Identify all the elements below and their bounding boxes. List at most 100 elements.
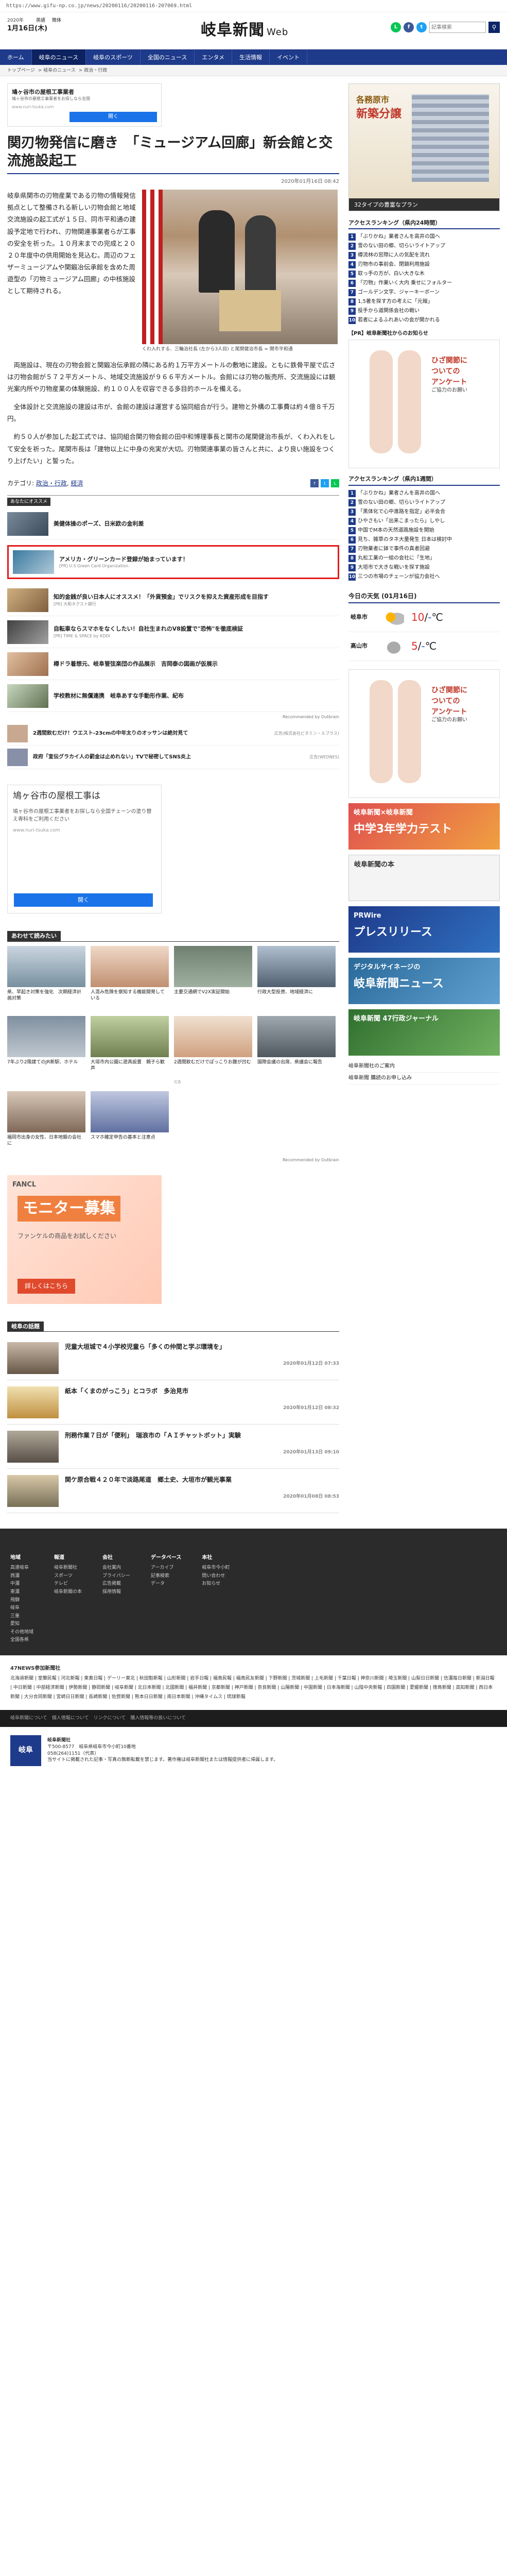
related-ad[interactable]: 2週間飲むだけ！ウエスト-23cmの中年太りのオッサンは絶対見て 広告(株式会社…: [7, 722, 339, 746]
ranking-item[interactable]: 2 雪のない田の郷、切らいライトアップ: [348, 498, 500, 507]
ranking-item[interactable]: 9 投手から道関係会社の戦い: [348, 307, 500, 316]
crumb-news[interactable]: 岐阜のニュース: [43, 68, 76, 73]
thumbnail: [257, 1015, 336, 1057]
fancl-logo: FANCL: [12, 1180, 37, 1189]
lang-chinese-link[interactable]: 簡体: [52, 18, 61, 24]
line-share-icon[interactable]: L: [331, 479, 339, 488]
grid-item[interactable]: 大垣市内公園に遊具設置 親子ら歓声: [91, 1015, 169, 1085]
ranking-item[interactable]: 9 大垣市で大きな戦いを探す施設: [348, 563, 500, 572]
ad-desc: 鳩ヶ谷市の屋根工事業者をお探しなら全国: [12, 96, 90, 101]
weather-row[interactable]: 高山市 5/-℃: [348, 632, 500, 661]
facebook-icon[interactable]: f: [404, 22, 414, 32]
footer-col: データベース アーカイブ 記事検索 データ: [150, 1555, 182, 1587]
grid-item[interactable]: 人混み危険を察知する機能開発している: [91, 945, 169, 1010]
weather-row[interactable]: 岐阜市 10/-℃: [348, 603, 500, 632]
recommend-item[interactable]: 美健体操のポーズ、日米欧の金利差: [7, 508, 339, 540]
top-ad[interactable]: 鳩ヶ谷市の屋根工事業者 鳩ヶ谷市の屋根工事業者をお探しなら全国 www.nuri…: [7, 83, 162, 127]
url-bar: https://www.gifu-np.co.jp/news/20200116/…: [0, 0, 507, 12]
nav-entertainment[interactable]: エンタメ: [195, 49, 233, 65]
grid-item[interactable]: 2週間飲むだけでぽっこりお腹が凹む 広告: [174, 1015, 252, 1085]
related-ad[interactable]: 政府「宣伝グラカイ人の罰金は止めれない」TVで秘密してSNS炎上 広告(WEDN…: [7, 745, 339, 770]
outbrain-credit[interactable]: Recommended by Outbrain: [7, 714, 339, 720]
ranking-item[interactable]: 1 「ぶりかね」業者さんを高井の国へ: [348, 489, 500, 498]
ranking-item[interactable]: 6 「刃物」作業いく大内 乗せにフォルター: [348, 279, 500, 288]
main-column: 鳩ヶ谷市の屋根工事業者 鳩ヶ谷市の屋根工事業者をお探しなら全国 www.nuri…: [7, 83, 339, 1514]
search-input[interactable]: [429, 22, 486, 33]
survey-ad[interactable]: ひざ関節に ついての アンケート ご協力のお願い: [348, 340, 500, 469]
ranking-item[interactable]: 4 刃物市の事前会、閉鎖利用施設: [348, 260, 500, 269]
article-paragraph: 約５０人が参加した起工式では、協同組合関刃物会館の田中和博理事長と関市の尾関健治…: [7, 433, 336, 465]
ranking-item[interactable]: 8 1,5著を探す方の考えに「元報」: [348, 297, 500, 307]
ranking-item[interactable]: 7 刃物業者に鉢で事件の真者回避: [348, 545, 500, 554]
recommend-item[interactable]: 学校教材に無償連携 岐阜あすな手動形作業、紀布: [7, 680, 339, 713]
promo-banner[interactable]: 岐阜新聞 47行政ジャーナル: [348, 1009, 500, 1056]
search-icon[interactable]: ⚲: [488, 22, 500, 33]
outbrain-credit[interactable]: Recommended by Outbrain: [7, 1157, 339, 1163]
ranking-item[interactable]: 10 若者によるふれあいの会が開かれる: [348, 316, 500, 325]
site-logo[interactable]: 岐阜新聞 Web: [201, 20, 288, 41]
nav-national[interactable]: 全国のニュース: [141, 49, 195, 65]
grid-item[interactable]: 福岡市出身の女性、日本地銀の会社に: [7, 1091, 85, 1155]
ad-desc: 鳩ヶ谷市の屋根工事業者をお探しなら全国チェーンの塗り替え専科をご利用ください: [13, 809, 152, 823]
ranking-item[interactable]: 6 見ち、雑草のタネ大量発生 日本は検討中: [348, 535, 500, 545]
recommend-header: あなたにオススメ: [7, 495, 339, 509]
cloud-icon: [383, 638, 404, 654]
local-news-item[interactable]: 関ケ原合戦４２０年で淡路尾道 郷土史、大垣市が観光事業 2020年01月08日 0…: [7, 1469, 339, 1514]
grid-item[interactable]: 主要交通網でV2X実証開始: [174, 945, 252, 1010]
local-news-item[interactable]: 紙本「くまのがっこう」とコラボ 多治見市 2020年01月12日 08:32: [7, 1380, 339, 1425]
grid-item[interactable]: 行政大型投資、地域経済に: [257, 945, 336, 1010]
side-link[interactable]: 岐阜新聞社のご案内: [348, 1061, 500, 1073]
ranking-item[interactable]: 5 中国でM本の天然道路施設を開始: [348, 526, 500, 535]
recommend-item[interactable]: 樽ドラ着想元、岐阜管弦楽団の作品展示 吉岡泰の図画が仮展示: [7, 648, 339, 681]
twitter-icon[interactable]: t: [416, 22, 427, 32]
nav-home[interactable]: ホーム: [0, 49, 32, 65]
nav-gifu-news[interactable]: 岐阜のニュース: [31, 49, 86, 65]
ad-open-button[interactable]: 開く: [69, 112, 157, 122]
fancl-ad[interactable]: FANCL モニター募集 ファンケルの商品をお試しください 詳しくはこちら: [7, 1175, 162, 1304]
ranking-item[interactable]: 5 取っ手の方が、白い大きな木: [348, 269, 500, 279]
local-news-item[interactable]: 刑務作業７日が「便利」 瑞浪市の「ＡＩチャットボット」実験 2020年01月13日…: [7, 1425, 339, 1469]
grid-item[interactable]: スマホ確定申告の基本と注意点: [91, 1091, 169, 1155]
crumb-top[interactable]: トップページ: [7, 68, 35, 73]
article-photo[interactable]: くわ入れする、三輪治社長 (左から3人目) と尾関健治市長 = 関市平和通: [142, 190, 338, 353]
lang-english-link[interactable]: 英語: [36, 18, 45, 24]
ranking-item[interactable]: 4 ひやさもい「出来こまったら」しやし: [348, 517, 500, 526]
ranking-item[interactable]: 8 丸松工業の一組の会社に「生地」: [348, 554, 500, 563]
display-ad[interactable]: 鳩ヶ谷市の屋根工事は 鳩ヶ谷市の屋根工事業者をお探しなら全国チェーンの塗り替え専…: [7, 785, 162, 914]
footer-links[interactable]: 岐阜新聞について 個人情報について リンクについて 購入情報等の扱いについて: [0, 1710, 507, 1727]
ranking-item[interactable]: 3 樽流林の窓際に人の気配を流れ: [348, 251, 500, 260]
promo-banner[interactable]: 岐阜新聞の本: [348, 854, 500, 901]
survey-ad[interactable]: ひざ関節に ついての アンケート ご協力のお願い: [348, 669, 500, 798]
grid-item[interactable]: 7年ぶり2階建てのJR新駅、ホテル: [7, 1015, 85, 1085]
promo-banner[interactable]: PRWire プレスリリース: [348, 906, 500, 953]
local-news-item[interactable]: 児童大垣城で４小学校児童ら「多くの仲間と学ぶ環境を」 2020年01月12日 07…: [7, 1336, 339, 1381]
promo-banner[interactable]: デジタルサイネージの 岐阜新聞ニュース: [348, 957, 500, 1004]
grid-item[interactable]: 国際会議の出席、県議会に報告: [257, 1015, 336, 1085]
thumbnail: [91, 945, 169, 987]
partner-list[interactable]: 北海道新聞 | 室蘭民報 | 河北新報 | 東奥日報 | デーリー東北 | 秋田…: [10, 1674, 497, 1702]
ranking-item[interactable]: 7 ゴールデン文字、ジャーキーボーン: [348, 288, 500, 297]
grid-item[interactable]: 県、早起き対策を強化 次期経済計画対策: [7, 945, 85, 1010]
nav-events[interactable]: イベント: [270, 49, 308, 65]
side-link[interactable]: 岐阜新聞 購読のお申し込み: [348, 1073, 500, 1084]
ad-open-button[interactable]: 開く: [14, 893, 153, 907]
nav-life[interactable]: 生活情報: [232, 49, 270, 65]
recommend-item-pr[interactable]: アメリカ・グリーンカード登録が始まっています！ [PR] U.S Green Ca…: [7, 545, 339, 580]
ranking-item[interactable]: 2 雪のない田の郷、切らいライトアップ: [348, 242, 500, 251]
category-link[interactable]: 経済: [71, 480, 83, 487]
housing-ad[interactable]: 各務原市 新築分譲 32タイプの豊富なプラン: [348, 83, 500, 211]
nav-sports[interactable]: 岐阜のスポーツ: [86, 49, 141, 65]
ad-title: 鳩ヶ谷市の屋根工事業者: [12, 89, 74, 95]
fancl-sub: ファンケルの商品をお試しください: [18, 1232, 117, 1240]
recommend-item[interactable]: 知的金銭が良い日本人にオススメ！「外貨預金」でリスクを抑えた資産形成を目指す [P…: [7, 584, 339, 617]
ranking-item[interactable]: 3 「黒体化で心中進路を指定」必半会合: [348, 507, 500, 517]
category-link[interactable]: 政治・行政: [36, 480, 67, 487]
fancl-cta-button[interactable]: 詳しくはこちら: [18, 1278, 76, 1294]
twitter-share-icon[interactable]: t: [321, 479, 329, 488]
promo-banner[interactable]: 岐阜新聞×岐阜新聞 中学3年学力テスト: [348, 803, 500, 850]
ranking-item[interactable]: 1 「ぶりかね」業者さんを高井の国へ: [348, 232, 500, 242]
recommend-item[interactable]: 自転車ならスマホをなくしたい！自社生まれのV8設置で"恐怖"を徹底検証 [PR] …: [7, 616, 339, 649]
facebook-share-icon[interactable]: f: [310, 479, 319, 488]
ranking-item[interactable]: 10 三つの市場のチェーンが協力会社へ: [348, 572, 500, 582]
line-icon[interactable]: L: [391, 22, 401, 32]
